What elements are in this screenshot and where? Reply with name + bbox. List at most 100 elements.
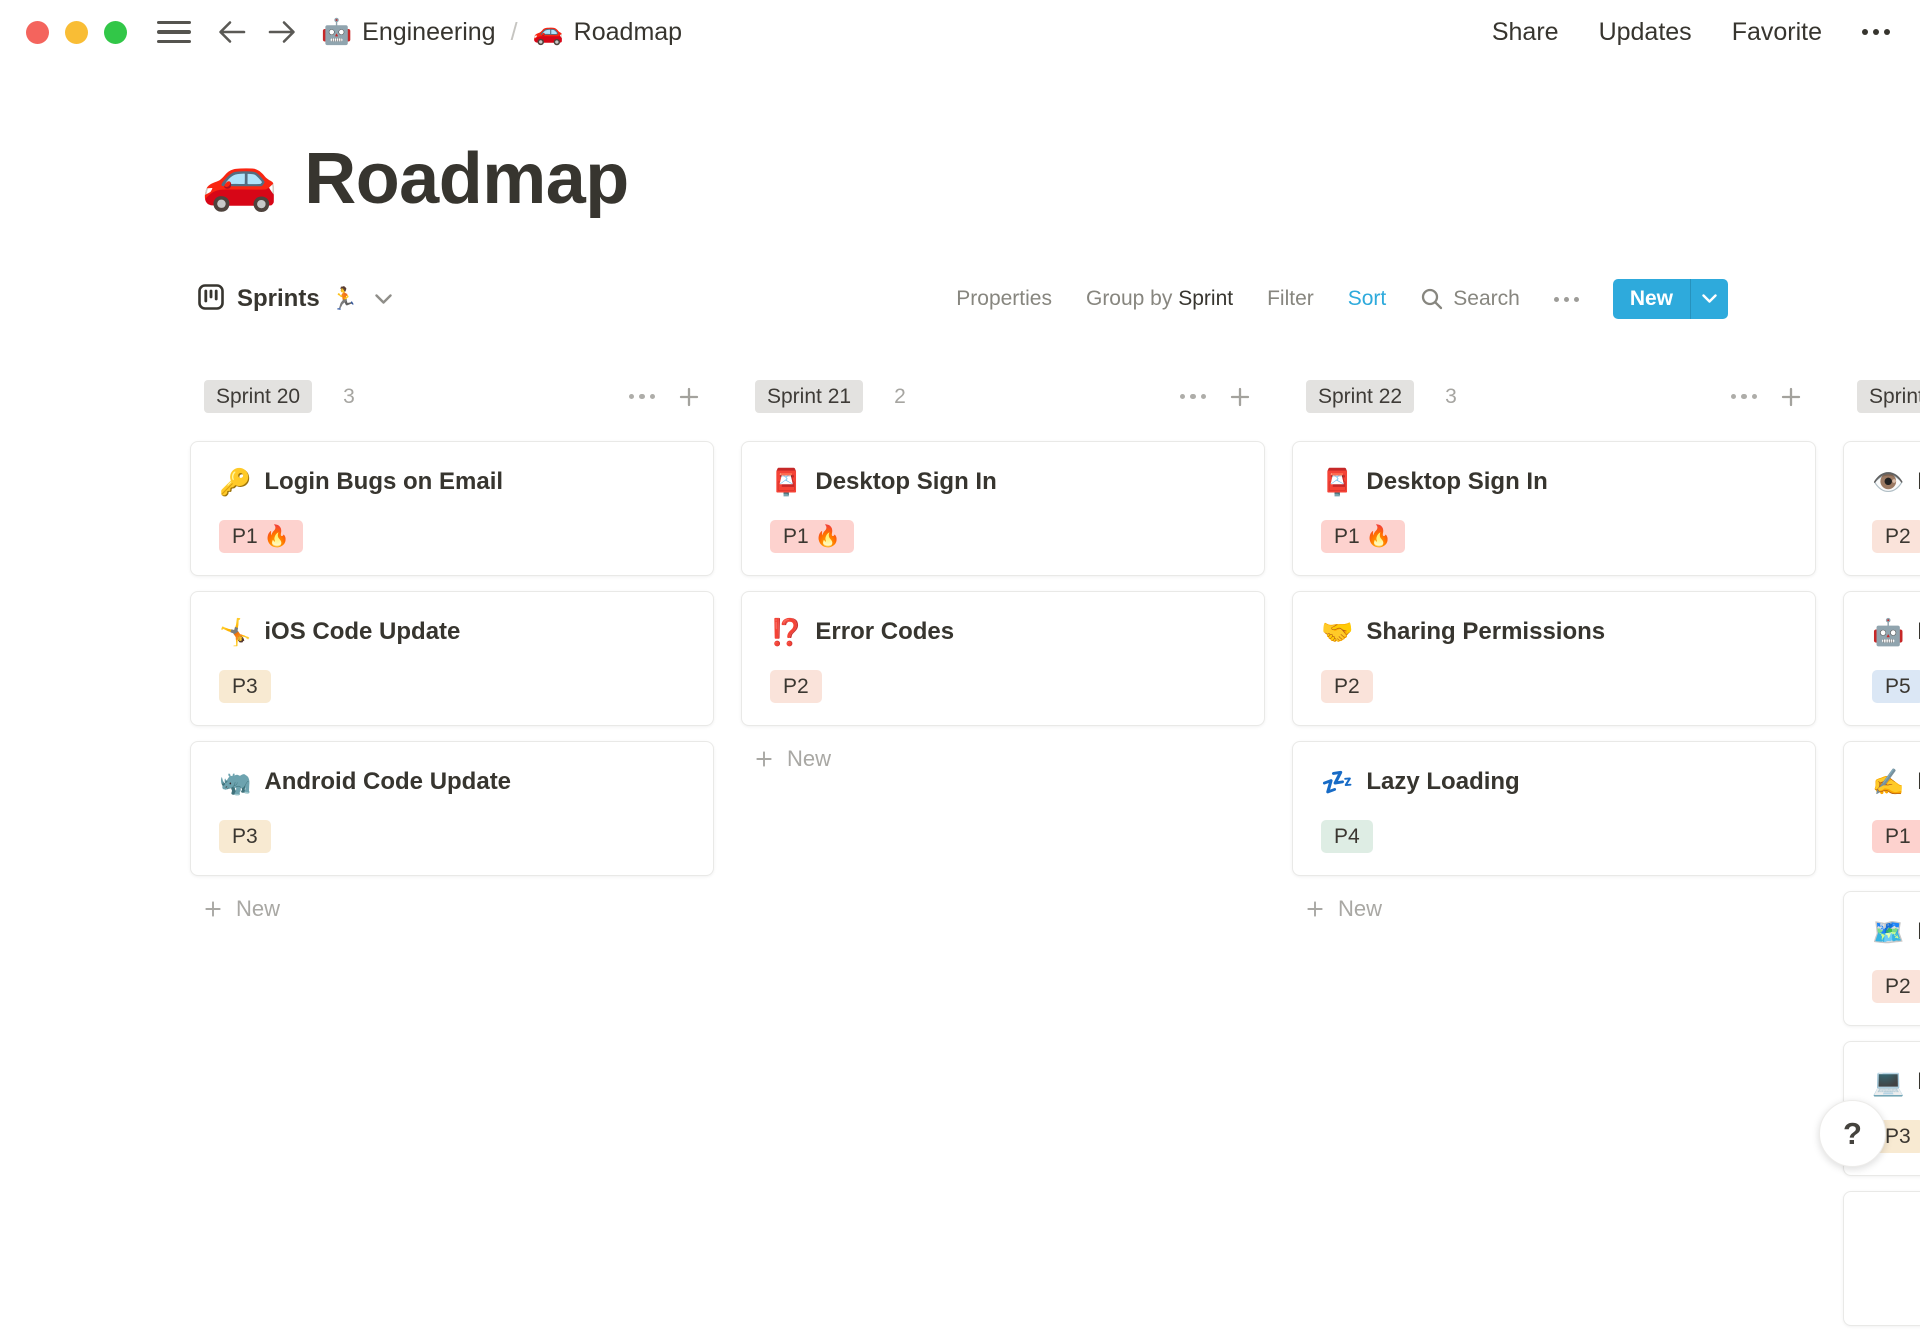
kanban-card[interactable]: 📮 Desktop Sign In P1 🔥	[741, 441, 1265, 576]
card-emoji-icon: 💤	[1321, 767, 1354, 797]
card-title: Lazy Loading	[1366, 768, 1520, 795]
kanban-card[interactable]: 🔑 Login Bugs on Email P1 🔥	[190, 441, 714, 576]
window-top-bar: 🤖 Engineering / 🚗 Roadmap Share Updates …	[0, 0, 1920, 64]
column-name-chip[interactable]: Sprint	[1857, 380, 1920, 413]
add-card-button[interactable]: New	[190, 896, 714, 922]
search-button[interactable]: Search	[1420, 287, 1520, 311]
column-count: 3	[1445, 384, 1457, 408]
card-emoji-icon: 🔑	[219, 467, 252, 497]
new-button-chevron-icon[interactable]	[1691, 279, 1728, 319]
board-column: Sprint 21 2 📮 Desktop Sign In P1 🔥 ⁉️ Er…	[741, 380, 1265, 1341]
card-title: Login Bugs on Email	[264, 468, 504, 495]
kanban-card[interactable]: 🤝 Sharing Permissions P2	[1292, 591, 1816, 726]
kanban-card[interactable]: 👁️ M P2	[1843, 441, 1920, 576]
column-more-icon[interactable]	[1179, 393, 1206, 400]
board-view-icon	[196, 282, 226, 317]
board-column: Sprint 👁️ M P2 🤖 I P5 ✍️ R P1 🔥	[1843, 380, 1920, 1341]
column-name-chip[interactable]: Sprint 20	[204, 380, 313, 413]
breadcrumb-item-roadmap[interactable]: 🚗 Roadmap	[533, 18, 683, 47]
breadcrumb-item-engineering[interactable]: 🤖 Engineering	[321, 18, 496, 47]
new-button[interactable]: New	[1612, 279, 1728, 319]
kanban-card[interactable]	[1843, 1191, 1920, 1326]
card-title: iOS Code Update	[264, 618, 461, 645]
maximize-window-button[interactable]	[104, 20, 127, 44]
column-add-icon[interactable]	[1779, 385, 1803, 409]
column-add-icon[interactable]	[677, 385, 701, 409]
column-header: Sprint 21 2	[741, 380, 1265, 413]
more-options-icon[interactable]	[1862, 29, 1890, 35]
kanban-card[interactable]: 🤸 iOS Code Update P3	[190, 591, 714, 726]
priority-badge: P1 🔥	[770, 520, 854, 553]
priority-badge: P2	[1872, 520, 1920, 553]
board-column: Sprint 20 3 🔑 Login Bugs on Email P1 🔥 🤸…	[190, 380, 714, 1341]
column-name-chip[interactable]: Sprint 22	[1306, 380, 1415, 413]
forward-arrow-icon[interactable]	[265, 18, 299, 46]
breadcrumb: 🤖 Engineering / 🚗 Roadmap	[321, 18, 682, 47]
view-name: Sprints	[237, 285, 320, 312]
column-count: 3	[343, 384, 355, 408]
priority-badge: P2	[1321, 670, 1373, 703]
runner-icon: 🏃	[330, 286, 359, 311]
kanban-card[interactable]: 🤖 I P5	[1843, 591, 1920, 726]
card-emoji-icon: 👁️	[1872, 467, 1905, 497]
kanban-card[interactable]: ⁉️ Error Codes P2	[741, 591, 1265, 726]
kanban-card[interactable]: 💤 Lazy Loading P4	[1292, 741, 1816, 876]
priority-badge: P1 🔥	[1321, 520, 1405, 553]
view-tab-sprints[interactable]: Sprints 🏃	[190, 278, 398, 321]
card-emoji-icon: 🗺️	[1872, 917, 1905, 947]
new-button-label[interactable]: New	[1613, 279, 1690, 319]
card-emoji-icon: 📮	[770, 467, 803, 497]
column-header: Sprint 20 3	[190, 380, 714, 413]
close-window-button[interactable]	[26, 20, 49, 44]
page-header: 🚗 Roadmap	[201, 138, 629, 220]
filter-button[interactable]: Filter	[1267, 287, 1314, 311]
kanban-card[interactable]: 🗺️ R P2	[1843, 891, 1920, 1026]
kanban-card[interactable]: ✍️ R P1 🔥	[1843, 741, 1920, 876]
favorite-button[interactable]: Favorite	[1732, 18, 1822, 47]
share-button[interactable]: Share	[1492, 18, 1559, 47]
card-emoji-icon: 🦏	[219, 767, 252, 797]
column-add-icon[interactable]	[1228, 385, 1252, 409]
column-more-icon[interactable]	[628, 393, 655, 400]
card-emoji-icon: 📮	[1321, 467, 1354, 497]
column-header: Sprint	[1843, 380, 1920, 413]
card-title: Desktop Sign In	[815, 468, 997, 495]
card-emoji-icon: 🤝	[1321, 617, 1354, 647]
board-column: Sprint 22 3 📮 Desktop Sign In P1 🔥 🤝 Sha…	[1292, 380, 1816, 1341]
column-more-icon[interactable]	[1730, 393, 1757, 400]
page-title[interactable]: Roadmap	[304, 138, 629, 220]
card-emoji-icon: ✍️	[1872, 767, 1905, 797]
card-emoji-icon: 💻	[1872, 1067, 1905, 1097]
minimize-window-button[interactable]	[65, 20, 88, 44]
kanban-card[interactable]: 🦏 Android Code Update P3	[190, 741, 714, 876]
toolbar-more-icon[interactable]	[1553, 296, 1579, 302]
help-button[interactable]: ?	[1819, 1100, 1886, 1167]
kanban-card[interactable]: 📮 Desktop Sign In P1 🔥	[1292, 441, 1816, 576]
car-icon: 🚗	[532, 17, 564, 46]
card-emoji-icon: 🤸	[219, 617, 252, 647]
updates-button[interactable]: Updates	[1599, 18, 1692, 47]
column-name-chip[interactable]: Sprint 21	[755, 380, 864, 413]
group-by-button[interactable]: Group by Sprint	[1086, 287, 1233, 311]
priority-badge: P1 🔥	[219, 520, 303, 553]
card-title: Android Code Update	[264, 768, 512, 795]
add-card-button[interactable]: New	[1292, 896, 1816, 922]
properties-button[interactable]: Properties	[956, 287, 1052, 311]
column-header: Sprint 22 3	[1292, 380, 1816, 413]
add-card-button[interactable]: New	[741, 746, 1265, 772]
priority-badge: P2	[1872, 970, 1920, 1003]
sort-button[interactable]: Sort	[1348, 287, 1387, 311]
priority-badge: P5	[1872, 670, 1920, 703]
sidebar-menu-icon[interactable]	[157, 20, 191, 44]
card-emoji-icon: ⁉️	[770, 617, 803, 647]
back-arrow-icon[interactable]	[215, 18, 249, 46]
column-count: 2	[894, 384, 906, 408]
card-title: Sharing Permissions	[1366, 618, 1606, 645]
board: Sprint 20 3 🔑 Login Bugs on Email P1 🔥 🤸…	[190, 380, 1920, 1341]
priority-badge: P2	[770, 670, 822, 703]
priority-badge: P3	[219, 670, 271, 703]
priority-badge: P3	[219, 820, 271, 853]
page-icon-car[interactable]: 🚗	[201, 148, 278, 210]
chevron-down-icon	[375, 293, 392, 305]
traffic-lights	[26, 20, 127, 44]
